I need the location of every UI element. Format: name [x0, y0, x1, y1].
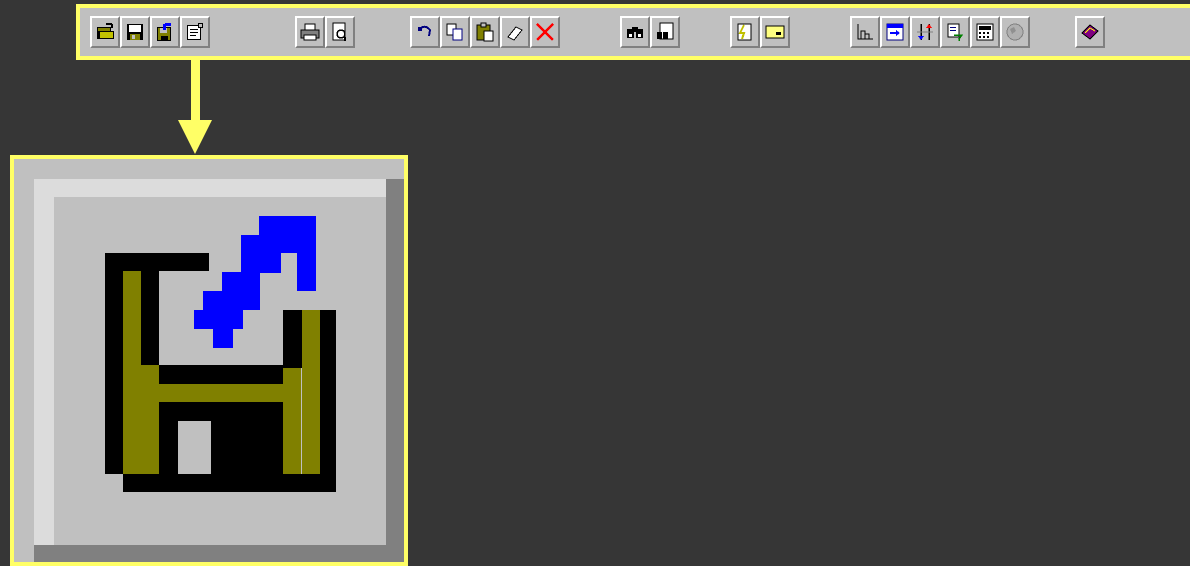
find-button[interactable]	[620, 16, 650, 48]
undo-icon	[418, 25, 432, 37]
chart-icon	[857, 24, 873, 40]
print-button[interactable]	[295, 16, 325, 48]
find-in-page-button[interactable]	[650, 16, 680, 48]
highlighted-toolbar	[76, 4, 1190, 60]
eraser-icon	[507, 26, 523, 41]
filter-button[interactable]	[940, 16, 970, 48]
open-button[interactable]	[90, 16, 120, 48]
chart-button[interactable]	[850, 16, 880, 48]
table-arrow-button[interactable]	[880, 16, 910, 48]
save-export-button[interactable]	[150, 16, 180, 48]
globe-disabled-icon	[1006, 23, 1024, 41]
properties-button[interactable]	[180, 16, 210, 48]
globe-button[interactable]	[1000, 16, 1030, 48]
paste-icon	[476, 22, 494, 42]
form-button[interactable]	[760, 16, 790, 48]
form-icon	[765, 25, 785, 39]
sort-icon	[917, 24, 933, 40]
copy-button[interactable]	[440, 16, 470, 48]
find-icon	[627, 27, 643, 38]
save-icon	[127, 24, 143, 40]
calculator-icon	[976, 23, 994, 41]
delete-icon	[536, 23, 554, 41]
callout-arrow-line	[191, 60, 200, 122]
undo-button[interactable]	[410, 16, 440, 48]
copy-icon	[446, 23, 463, 41]
report-button[interactable]	[730, 16, 760, 48]
properties-icon	[187, 23, 203, 40]
zoomed-icon-preview	[10, 155, 408, 566]
open-folder-icon	[97, 23, 114, 39]
print-preview-button[interactable]	[325, 16, 355, 48]
save-export-icon	[157, 23, 171, 41]
filter-icon	[947, 23, 964, 41]
report-icon	[737, 23, 752, 41]
callout-arrow-icon	[178, 120, 212, 154]
calculator-button[interactable]	[970, 16, 1000, 48]
help-book-icon	[1081, 24, 1099, 40]
sort-button[interactable]	[910, 16, 940, 48]
save-export-icon	[34, 179, 404, 562]
save-button[interactable]	[120, 16, 150, 48]
delete-button[interactable]	[530, 16, 560, 48]
help-button[interactable]	[1075, 16, 1105, 48]
find-in-page-icon	[657, 22, 674, 40]
table-arrow-icon	[886, 23, 904, 41]
clear-button[interactable]	[500, 16, 530, 48]
print-icon	[300, 23, 320, 41]
print-preview-icon	[332, 22, 346, 41]
paste-button[interactable]	[470, 16, 500, 48]
